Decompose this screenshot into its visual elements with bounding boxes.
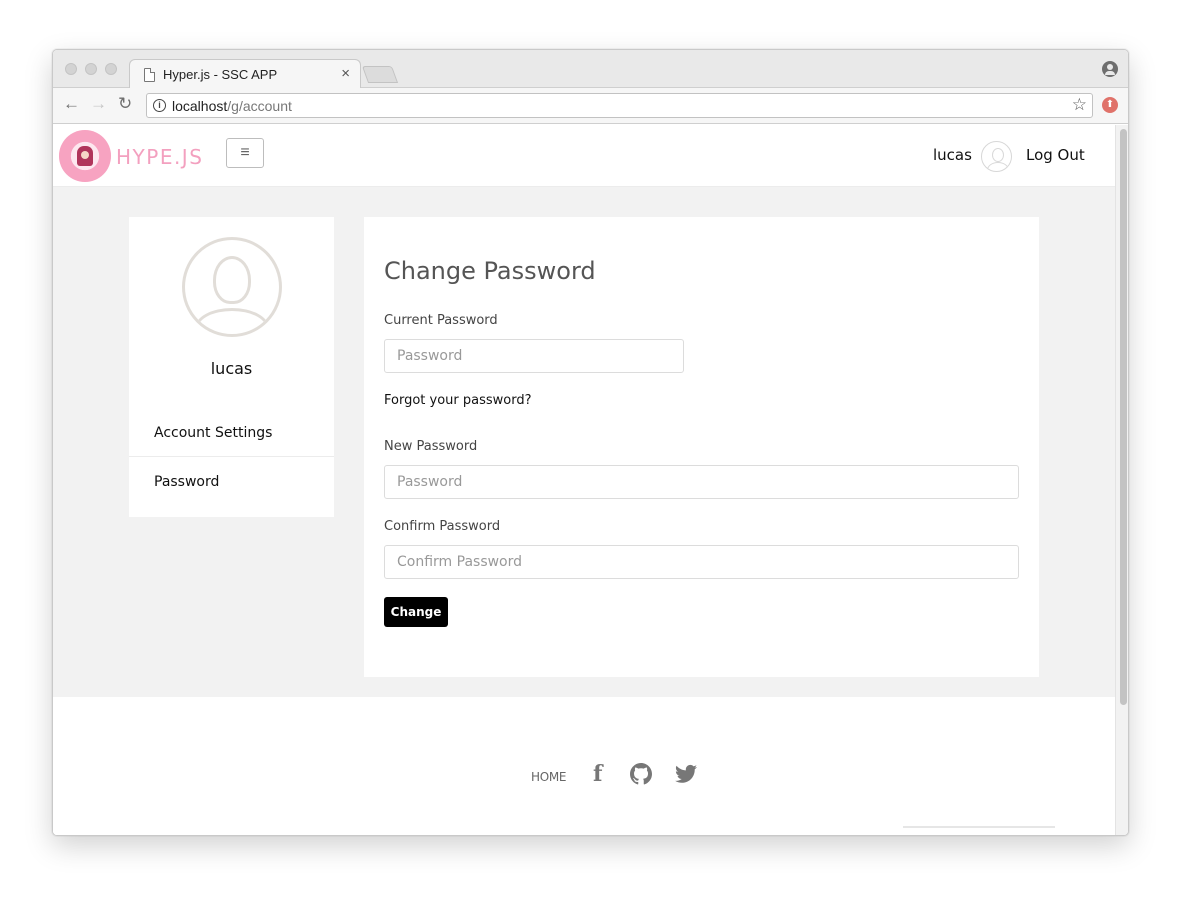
forgot-password-link[interactable]: Forgot your password?: [384, 393, 532, 408]
page-scrollbar[interactable]: [1115, 125, 1128, 835]
url-path: /g/account: [227, 98, 292, 114]
profile-avatar-icon: [182, 237, 282, 337]
page-title: Change Password: [384, 257, 596, 285]
current-password-label: Current Password: [384, 313, 498, 328]
minimize-window-icon[interactable]: [85, 63, 97, 75]
address-bar[interactable]: i localhost/g/account ☆: [146, 93, 1093, 118]
reload-icon[interactable]: ↻: [118, 94, 132, 114]
document-icon: [144, 68, 155, 82]
url-host: localhost: [172, 98, 228, 114]
forward-icon[interactable]: →: [90, 94, 107, 114]
footer-divider: [903, 826, 1055, 828]
github-icon[interactable]: [630, 763, 652, 785]
browser-profile-icon[interactable]: [1102, 61, 1118, 77]
maximize-window-icon[interactable]: [105, 63, 117, 75]
twitter-icon[interactable]: [675, 764, 697, 784]
logout-link[interactable]: Log Out: [1026, 146, 1085, 164]
confirm-password-input[interactable]: [384, 545, 1019, 579]
brand-name[interactable]: HYPE.JS: [116, 145, 203, 169]
header-username[interactable]: lucas: [933, 146, 972, 164]
sidebar-item-password[interactable]: Password: [129, 458, 334, 506]
change-password-button[interactable]: Change: [384, 597, 448, 627]
back-icon[interactable]: ←: [63, 94, 80, 114]
footer-home-link[interactable]: HOME: [531, 770, 567, 784]
header-avatar-icon[interactable]: [981, 141, 1012, 172]
browser-toolbar: ← → ↻ i localhost/g/account ☆ ⬆: [53, 88, 1128, 124]
tab-close-icon[interactable]: ×: [341, 65, 350, 82]
brand-logo[interactable]: [59, 130, 111, 182]
new-password-label: New Password: [384, 439, 478, 454]
app-header: HYPE.JS ≡ lucas Log Out: [53, 125, 1115, 187]
browser-window: Hyper.js - SSC APP × ← → ↻ i localhost/g…: [52, 49, 1129, 836]
page-footer: HOME f: [53, 697, 1115, 835]
hamburger-menu-button[interactable]: ≡: [226, 138, 264, 168]
new-tab-button[interactable]: [361, 66, 399, 83]
change-password-card: Change Password Current Password Forgot …: [364, 217, 1039, 677]
scrollbar-thumb[interactable]: [1120, 129, 1127, 705]
profile-name: lucas: [210, 359, 253, 378]
url-text: localhost/g/account: [172, 98, 292, 114]
logo-figure-icon: [77, 146, 93, 166]
bookmark-star-icon[interactable]: ☆: [1072, 95, 1087, 115]
page-viewport: HYPE.JS ≡ lucas Log Out lucas Account Se…: [53, 125, 1115, 835]
site-info-icon[interactable]: i: [153, 99, 166, 112]
sidebar-item-account-settings[interactable]: Account Settings: [129, 409, 334, 457]
facebook-icon[interactable]: f: [593, 761, 602, 787]
profile-sidebar: lucas Account Settings Password: [129, 217, 334, 517]
tab-title: Hyper.js - SSC APP: [163, 67, 278, 82]
new-password-input[interactable]: [384, 465, 1019, 499]
current-password-input[interactable]: [384, 339, 684, 373]
browser-titlebar: Hyper.js - SSC APP ×: [53, 50, 1128, 89]
close-window-icon[interactable]: [65, 63, 77, 75]
browser-tab[interactable]: Hyper.js - SSC APP ×: [129, 59, 361, 89]
extension-icon[interactable]: ⬆: [1102, 97, 1118, 113]
confirm-password-label: Confirm Password: [384, 519, 501, 534]
